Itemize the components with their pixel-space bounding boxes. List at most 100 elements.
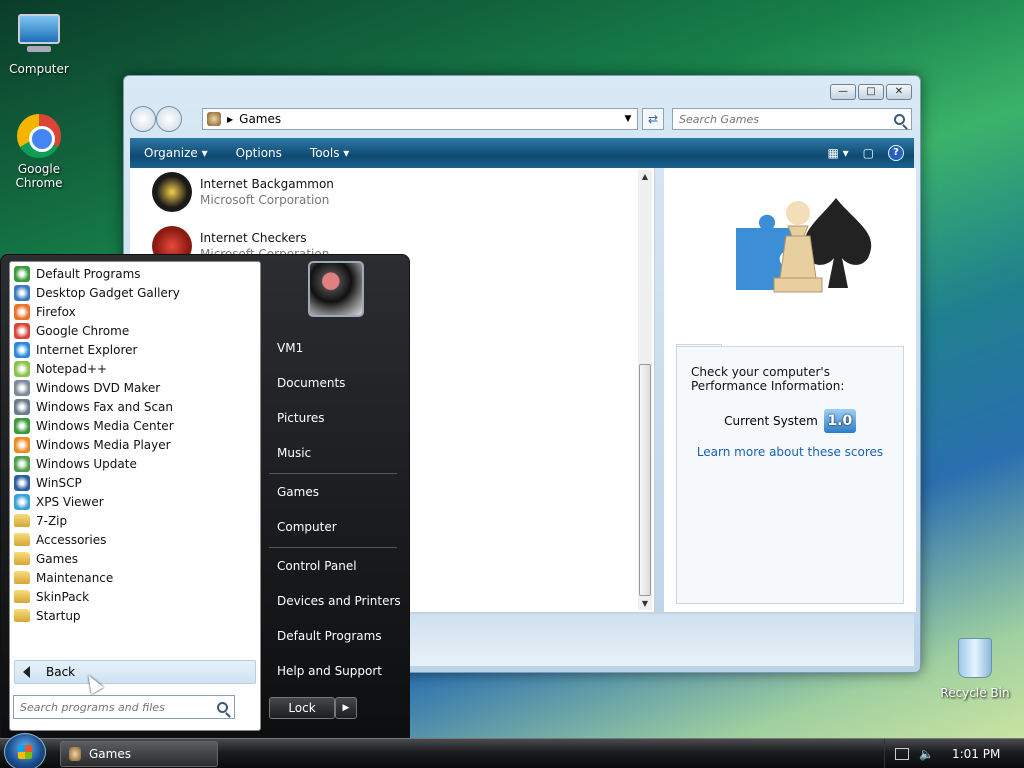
window-controls: — □ ✕ <box>830 84 912 100</box>
desktop-icon-recycle-bin[interactable]: Recycle Bin <box>940 636 1010 700</box>
program-label: Windows Fax and Scan <box>36 399 174 414</box>
start-right-item[interactable]: Documents <box>263 366 403 401</box>
computer-icon <box>16 14 62 58</box>
volume-icon[interactable]: 🔈 <box>919 747 934 761</box>
start-right-item[interactable]: Music <box>263 436 403 471</box>
taskbar-games-button[interactable]: Games <box>60 741 218 767</box>
xps-icon <box>14 493 30 510</box>
start-search-box[interactable] <box>13 695 235 719</box>
learn-more-link[interactable]: Learn more about these scores <box>691 445 889 459</box>
views-icon[interactable]: ▦ ▾ <box>827 146 848 160</box>
start-right-item[interactable]: VM1 <box>263 331 403 366</box>
menu-separator <box>269 473 397 474</box>
folder-icon <box>14 590 30 603</box>
program-item[interactable]: SkinPack <box>12 587 258 606</box>
notepad-icon <box>14 360 30 377</box>
search-icon[interactable] <box>894 113 905 125</box>
program-item[interactable]: Games <box>12 549 258 568</box>
address-text: Games <box>239 112 282 126</box>
media-center-icon <box>14 417 30 434</box>
program-label: Desktop Gadget Gallery <box>36 285 180 300</box>
desktop-icon-computer[interactable]: Computer <box>4 10 74 76</box>
forward-nav-button[interactable] <box>156 106 182 132</box>
start-right-item[interactable]: Pictures <box>263 401 403 436</box>
options-button[interactable]: Options <box>222 146 296 160</box>
backgammon-icon <box>152 172 192 212</box>
program-item[interactable]: 7-Zip <box>12 511 258 530</box>
program-label: XPS Viewer <box>36 494 104 509</box>
program-item[interactable]: Windows Fax and Scan <box>12 397 258 416</box>
minimize-button[interactable]: — <box>830 84 856 100</box>
power-options-arrow[interactable]: ▶ <box>335 697 357 719</box>
desktop-icon-chrome[interactable]: Google Chrome <box>4 114 74 190</box>
program-item[interactable]: Internet Explorer <box>12 340 258 359</box>
gadget-icon <box>14 284 30 301</box>
program-item[interactable]: Windows Media Player <box>12 435 258 454</box>
start-right-item[interactable]: Games <box>263 475 403 510</box>
program-label: Firefox <box>36 304 76 319</box>
program-item[interactable]: Windows DVD Maker <box>12 378 258 397</box>
recycle-bin-icon <box>952 638 998 682</box>
program-item[interactable]: WinSCP <box>12 473 258 492</box>
search-programs-input[interactable] <box>20 700 217 714</box>
clock[interactable]: 1:01 PM <box>952 747 1000 761</box>
scroll-up-icon[interactable]: ▲ <box>638 172 652 181</box>
start-right-item[interactable]: Help and Support <box>263 654 403 689</box>
scroll-down-icon[interactable]: ▼ <box>638 599 652 608</box>
tools-menu[interactable]: Tools ▾ <box>296 146 363 160</box>
desktop-icon-label: Recycle Bin <box>940 686 1010 700</box>
search-icon[interactable] <box>217 701 228 713</box>
network-icon[interactable] <box>895 748 909 760</box>
program-item[interactable]: Google Chrome <box>12 321 258 340</box>
program-label: Accessories <box>36 532 107 547</box>
start-right-item[interactable]: Computer <box>263 510 403 545</box>
refresh-button[interactable]: ⇄ <box>642 108 664 130</box>
search-games-input[interactable] <box>679 112 894 126</box>
program-label: Games <box>36 551 78 566</box>
firefox-icon <box>14 303 30 320</box>
start-right-item[interactable]: Control Panel <box>263 549 403 584</box>
program-item[interactable]: XPS Viewer <box>12 492 258 511</box>
address-bar[interactable]: ▶ Games ▼ <box>202 108 638 130</box>
system-tray: 🔈 1:01 PM <box>884 739 1024 768</box>
program-item[interactable]: Default Programs <box>12 264 258 283</box>
program-label: Windows Media Player <box>36 437 171 452</box>
user-avatar[interactable] <box>308 261 364 317</box>
program-item[interactable]: Notepad++ <box>12 359 258 378</box>
back-nav-button[interactable] <box>130 106 156 132</box>
search-games-box[interactable] <box>672 108 912 130</box>
folder-icon <box>14 514 30 527</box>
program-item[interactable]: Windows Update <box>12 454 258 473</box>
program-item[interactable]: Maintenance <box>12 568 258 587</box>
start-right-item[interactable]: Devices and Printers <box>263 584 403 619</box>
program-item[interactable]: Accessories <box>12 530 258 549</box>
scrollbar[interactable]: ▲ ▼ <box>638 170 652 610</box>
arrow-left-icon <box>23 666 30 678</box>
games-folder-icon <box>207 112 221 126</box>
chevron-down-icon[interactable]: ▼ <box>619 114 637 124</box>
game-item[interactable]: Internet Backgammon Microsoft Corporatio… <box>152 172 334 212</box>
lock-button[interactable]: Lock <box>269 697 335 719</box>
maximize-button[interactable]: □ <box>858 84 884 100</box>
program-label: Startup <box>36 608 81 623</box>
start-button[interactable] <box>4 733 46 768</box>
organize-menu[interactable]: Organize ▾ <box>130 146 222 160</box>
performance-score-badge: 1.0 <box>823 409 856 433</box>
fax-icon <box>14 398 30 415</box>
help-icon[interactable]: ? <box>888 145 904 161</box>
folder-icon <box>14 571 30 584</box>
preview-pane-icon[interactable]: ▢ <box>863 146 874 160</box>
start-right-item[interactable]: Default Programs <box>263 619 403 654</box>
start-right-column: VM1 Documents Pictures Music Games Computer Co… <box>263 331 403 689</box>
close-button[interactable]: ✕ <box>886 84 912 100</box>
program-item[interactable]: Windows Media Center <box>12 416 258 435</box>
program-item[interactable]: Desktop Gadget Gallery <box>12 283 258 302</box>
program-item[interactable]: Startup <box>12 606 258 625</box>
back-button[interactable]: Back <box>14 660 256 684</box>
game-name: Internet Backgammon <box>200 177 334 191</box>
program-item[interactable]: Firefox <box>12 302 258 321</box>
program-label: Internet Explorer <box>36 342 138 357</box>
scroll-thumb[interactable] <box>639 364 651 596</box>
folder-icon <box>14 609 30 622</box>
folder-icon <box>14 533 30 546</box>
